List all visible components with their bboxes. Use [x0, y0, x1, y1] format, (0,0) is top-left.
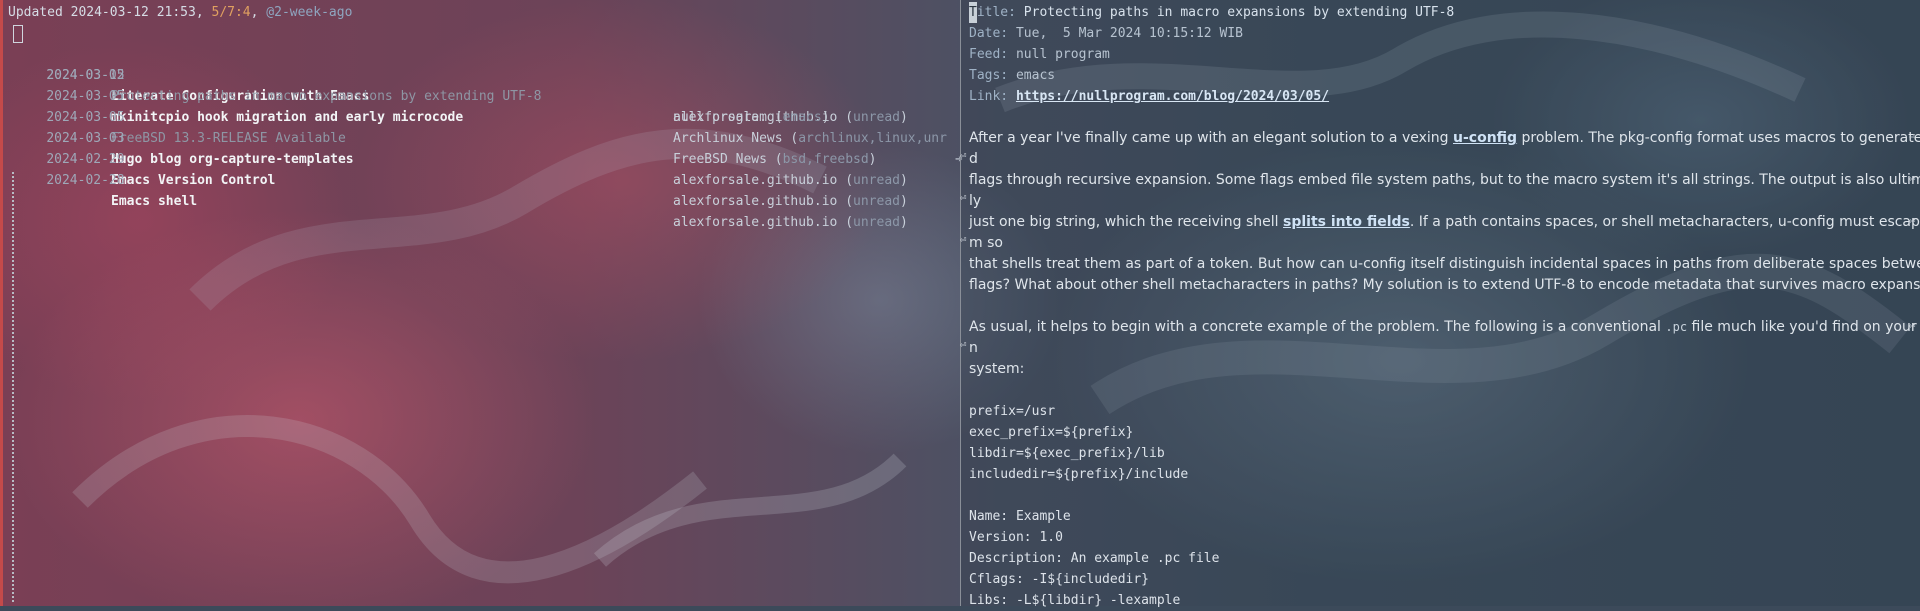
code-line: Name: Example — [969, 509, 1071, 524]
code-line: libdir=${exec_prefix}/lib — [969, 446, 1165, 461]
u-config-link[interactable]: u-config — [1453, 130, 1517, 146]
prose-line: n — [969, 340, 978, 356]
feed-entry[interactable]: 2024-03-03 Hugo blog org-capture-templat… — [15, 107, 955, 188]
wrap-indicator-icon: ⏎ — [960, 191, 967, 204]
feed-entry[interactable]: 2024-03-12 Literate Configuration with E… — [13, 23, 955, 125]
entry-feed: alexforsale.github.io (unread) — [673, 194, 908, 209]
feed-entry[interactable]: 2024-03-05 mkinitcpio hook migration and… — [15, 65, 963, 167]
meta-tags: Tags: emacs — [969, 68, 1056, 83]
feed-entry[interactable]: 2024-03-05 Protecting paths in macro exp… — [15, 44, 955, 125]
code-line: Libs: -L${libdir} -lexample — [969, 593, 1181, 608]
code-line: Cflags: -I${includedir} — [969, 572, 1150, 587]
empty-line-fringe — [12, 172, 17, 602]
meta-feed: Feed: null program — [969, 47, 1110, 62]
header-count: 5/7:4 — [211, 5, 251, 20]
prose-line: After a year I've finally came up with a… — [969, 130, 1920, 146]
prose-line: that shells treat them as part of a toke… — [969, 256, 1920, 272]
meta-title: Title: Protecting paths in macro expansi… — [969, 2, 1454, 23]
entry-link[interactable]: https://nullprogram.com/blog/2024/03/05/ — [1016, 89, 1329, 104]
code-line: exec_prefix=${prefix} — [969, 425, 1134, 440]
prose-line: just one big string, which the receiving… — [969, 214, 1920, 230]
entry-feed: alexforsale.github.io (unread) — [673, 173, 908, 188]
code-line: includedir=${prefix}/include — [969, 467, 1189, 482]
entry-title: Emacs Version Control — [111, 173, 276, 188]
prose-line: ly — [969, 193, 982, 209]
prose-line: m so — [969, 235, 1003, 251]
prose-line: system: — [969, 361, 1025, 377]
prose-line: As usual, it helps to begin with a concr… — [969, 319, 1920, 335]
text-cursor — [13, 25, 23, 43]
meta-link: Link: https://nullprogram.com/blog/2024/… — [969, 89, 1330, 104]
entry-title-value: Protecting paths in macro expansions by … — [1023, 5, 1455, 20]
meta-date: Date: Tue, 5 Mar 2024 10:15:12 WIB — [969, 26, 1243, 41]
splits-into-fields-link[interactable]: splits into fields — [1283, 214, 1410, 230]
feed-entry[interactable]: 2024-03-05 FreeBSD 13.3-RELEASE Availabl… — [15, 86, 955, 167]
wrap-indicator-icon: ⏎ — [1909, 130, 1916, 143]
feed-list-pane[interactable]: Updated 2024-03-12 21:53, 5/7:4, @2-week… — [0, 0, 963, 606]
text-cursor: T — [969, 2, 977, 23]
feed-entry[interactable]: 2024-02-29 Emacs Version Control alexfor… — [15, 128, 955, 209]
entry-date: 2024-02-28 — [46, 173, 125, 188]
header-updated: Updated 2024-03-12 21:53, — [8, 5, 212, 20]
feed-list-header: Updated 2024-03-12 21:53, 5/7:4, @2-week… — [8, 2, 352, 23]
prose-line: flags? What about other shell metacharac… — [969, 277, 1920, 293]
wrap-indicator-icon: ⏎ — [1909, 214, 1916, 227]
code-line: Version: 1.0 — [969, 530, 1063, 545]
prose-line: d — [969, 151, 978, 167]
wrap-indicator-icon: ⏎ — [960, 149, 967, 162]
feed-entry[interactable]: 2024-02-28 Emacs shell alexforsale.githu… — [15, 149, 955, 230]
wrap-indicator-icon: ⏎ — [1909, 319, 1916, 332]
entry-tags: unread — [853, 215, 900, 230]
entry-title: Emacs shell — [111, 194, 198, 209]
entry-view-pane[interactable]: Title: Protecting paths in macro expansi… — [960, 0, 1920, 608]
code-line: Description: An example .pc file — [969, 551, 1220, 566]
wrap-indicator-icon: ⏎ — [1909, 172, 1916, 185]
code-line: prefix=/usr — [969, 404, 1056, 419]
inline-code: .pc — [1665, 320, 1688, 334]
wrap-indicator-icon: ⏎ — [960, 338, 967, 351]
entry-feed: alexforsale.github.io (unread) — [673, 215, 908, 230]
header-sep: , — [250, 5, 267, 20]
entry-tags: unread — [853, 194, 900, 209]
header-filter: @2-week-ago — [266, 5, 353, 20]
entry-tags: unread — [853, 173, 900, 188]
wrap-indicator-icon: ⏎ — [960, 233, 967, 246]
prose-line: flags through recursive expansion. Some … — [969, 172, 1920, 188]
